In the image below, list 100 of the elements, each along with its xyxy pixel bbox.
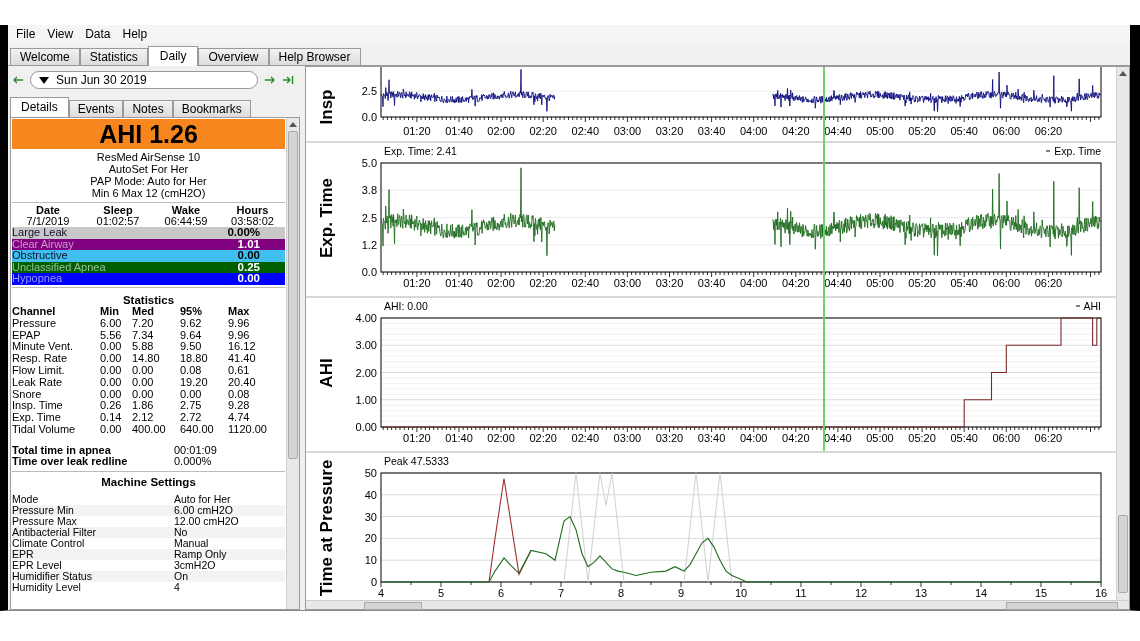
table-cell-text: 0.00 xyxy=(132,376,155,389)
table-cell-text: 7.34 xyxy=(132,329,155,342)
tick-label: 06:00 xyxy=(992,432,1021,444)
skip-to-end-icon[interactable] xyxy=(282,75,294,85)
setting-value: 12.00 cmH2O xyxy=(174,515,240,527)
tick-label: 20 xyxy=(364,532,377,545)
setting-label: EPR Level xyxy=(12,559,63,571)
table-cell-text: 6.00 xyxy=(100,317,123,330)
tick-label: 15 xyxy=(1034,587,1048,599)
tab[interactable]: Statistics xyxy=(79,48,148,65)
tab[interactable]: Bookmarks xyxy=(172,100,251,117)
tick-label: 14 xyxy=(974,587,988,599)
arrow-left-icon[interactable] xyxy=(12,75,24,85)
ahi-banner: AHI 1.26 xyxy=(12,119,285,149)
table-cell-text: Tidal Volume xyxy=(12,423,77,436)
table-cell-text: 14.80 xyxy=(132,353,161,365)
tab[interactable]: Events xyxy=(68,100,124,117)
column-header: Sleep xyxy=(103,205,133,216)
tick-label: 2.5 xyxy=(361,85,377,97)
tick-label: 03:00 xyxy=(613,125,642,137)
table-cell-text: 0.00 xyxy=(100,353,123,365)
scrollbar[interactable] xyxy=(306,600,1129,609)
event-index-row: Hypopnea 0.00 xyxy=(12,273,285,285)
tab[interactable]: Details xyxy=(10,97,69,117)
table-cell-text: Flow Limit. xyxy=(12,364,66,377)
table-cell-text: 5.88 xyxy=(132,341,155,354)
tab[interactable]: Help Browser xyxy=(268,48,361,65)
menu-item[interactable]: View xyxy=(42,27,81,41)
section-title: Statistics xyxy=(121,293,176,306)
scroll-thumb[interactable] xyxy=(364,602,422,610)
tick-label: 04:40 xyxy=(824,432,852,444)
tick-label: 03:00 xyxy=(613,277,642,289)
tick-label: 01:20 xyxy=(403,277,431,289)
caret-icon xyxy=(39,76,49,84)
scroll-up-icon[interactable] xyxy=(289,122,297,127)
arrow-right-icon[interactable] xyxy=(264,75,276,85)
table-cell-text: 20.40 xyxy=(228,376,257,389)
tick-label: 06:20 xyxy=(1034,125,1063,137)
table-cell-text: 0.00 xyxy=(100,423,123,436)
tick-label: 04:00 xyxy=(739,432,768,444)
column-header: Min xyxy=(100,305,120,318)
tick-label: 01:40 xyxy=(445,125,473,137)
tab[interactable]: Welcome xyxy=(10,48,80,65)
tick-label: 0.00 xyxy=(355,421,377,433)
setting-label: Pressure Min xyxy=(12,504,75,516)
scrollbar[interactable] xyxy=(1116,67,1129,600)
setting-label: EPR xyxy=(12,548,35,560)
table-cell-text: 1.86 xyxy=(132,400,155,413)
value-readout: Peak 47.5333 xyxy=(384,455,449,467)
tab[interactable]: Overview xyxy=(198,48,269,65)
scroll-thumb[interactable] xyxy=(1006,602,1118,610)
menu-item[interactable]: File xyxy=(11,27,43,41)
tick-label: 50 xyxy=(364,467,377,479)
tick-label: 40 xyxy=(364,488,377,501)
tick-label: 02:00 xyxy=(487,432,515,444)
table-cell-text: 400.00 xyxy=(132,423,167,436)
axis-title: AHI xyxy=(317,358,336,388)
tab[interactable]: Daily xyxy=(147,46,199,66)
menu-item[interactable]: Help xyxy=(117,27,155,41)
axis-title: Time at Pressure xyxy=(317,459,336,597)
tick-label: 03:40 xyxy=(697,277,726,289)
tick-label: 10 xyxy=(734,587,748,599)
event-index-row: Large Leak 0.00% xyxy=(12,227,285,239)
tick-label: 05:40 xyxy=(950,125,978,137)
table-cell-text: 0.00 xyxy=(100,376,123,389)
tab[interactable]: Notes xyxy=(123,100,173,117)
tick-label: 10 xyxy=(364,554,377,567)
tick-label: 02:40 xyxy=(571,125,600,137)
tick-label: 04:40 xyxy=(824,277,852,289)
tick-label: 05:00 xyxy=(866,125,894,137)
table-cell-text: 0.08 xyxy=(228,388,251,401)
table-cell-text: 0.08 xyxy=(180,364,203,377)
column-header: Wake xyxy=(170,205,202,216)
setting-label: Climate Control xyxy=(12,537,86,549)
setting-value: No xyxy=(174,526,189,538)
axis-title: Insp xyxy=(317,89,336,125)
tick-label: 02:20 xyxy=(529,432,557,444)
setting-label: Antibacterial Filter xyxy=(12,526,98,538)
tick-label: 01:40 xyxy=(445,277,473,289)
setting-value: Auto for Her xyxy=(174,493,232,505)
scrollbar[interactable] xyxy=(286,118,299,609)
table-cell-text: EPAP xyxy=(12,329,42,342)
setting-value: 4 xyxy=(174,581,181,593)
date-dropdown[interactable]: Sun Jun 30 2019 xyxy=(30,71,258,89)
scroll-thumb[interactable] xyxy=(288,131,298,459)
scroll-up-icon[interactable] xyxy=(1119,71,1127,76)
column-header: Channel xyxy=(12,305,57,318)
scroll-thumb[interactable] xyxy=(1118,515,1128,593)
machine-info-text: ResMed AirSense 10 xyxy=(96,151,201,163)
tick-label: 1.00 xyxy=(355,393,377,406)
menu-item[interactable]: Data xyxy=(80,27,118,41)
tick-label: 4.00 xyxy=(355,312,377,324)
tick-label: 04:20 xyxy=(782,125,810,137)
table-cell-text: 18.80 xyxy=(180,353,209,365)
table-cell-text: 0.00 xyxy=(100,341,123,354)
table-cell-text: 640.00 xyxy=(180,423,215,436)
tick-label: 04:20 xyxy=(782,277,810,289)
machine-info-text: PAP Mode: Auto for Her xyxy=(90,175,207,187)
table-cell-text: 19.20 xyxy=(180,376,209,389)
tick-label: 03:40 xyxy=(697,432,726,444)
